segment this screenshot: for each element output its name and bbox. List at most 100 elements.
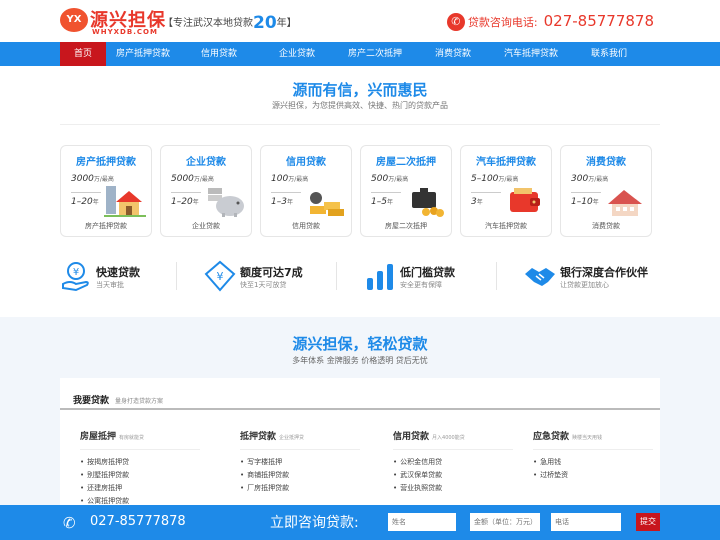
card-term: 1–20年 — [171, 197, 199, 207]
card-term-unit: 年 — [386, 199, 393, 206]
card-term: 3年 — [471, 197, 483, 207]
panel-divider — [60, 408, 660, 410]
column-header[interactable]: 房屋抵押 有房就能贷 — [80, 424, 200, 443]
product-card-car-mortgage[interactable]: 汽车抵押贷款 5–100万/最高 3年 汽车抵押贷款 — [460, 145, 552, 237]
phone-icon: ✆ — [446, 13, 465, 31]
hotline-label: 贷款咨询电话: — [467, 16, 538, 29]
piggy-bank-icon — [208, 188, 244, 217]
phone-icon: ✆ — [63, 514, 76, 532]
column-header[interactable]: 抵押贷款 企业抵押贷 — [240, 424, 360, 443]
card-divider — [171, 192, 201, 193]
loan-column-house: 房屋抵押有房就能贷 按揭房抵押贷 别墅抵押贷款 还建房抵押 公寓抵押贷款 — [80, 424, 200, 508]
logo[interactable]: YX 源兴担保 WHYXDB.COM — [60, 6, 165, 38]
column-subtitle: 赎楼当天用钱 — [572, 435, 603, 441]
phone-field[interactable] — [551, 513, 621, 531]
nav-item-credit-loan[interactable]: 信用贷款 — [180, 42, 258, 66]
hotline: ✆ 贷款咨询电话: 027-85777878 — [446, 11, 654, 31]
svg-text:¥: ¥ — [217, 270, 224, 283]
list-item[interactable]: 过桥垫资 — [533, 469, 653, 482]
amount-field[interactable] — [470, 513, 540, 531]
nav-item-contact[interactable]: 联系我们 — [570, 42, 648, 66]
footer-phone: 027-85777878 — [90, 514, 186, 529]
slogan-right: 年】 — [276, 18, 297, 29]
card-amount-value: 5–100 — [471, 174, 499, 184]
feature-divider — [176, 262, 177, 290]
card-term-value: 1–5 — [371, 197, 387, 207]
slogan: 【专注武汉本地贷款20年】 — [163, 13, 297, 33]
yen-tag-icon: ¥ — [204, 260, 236, 292]
column-list: 按揭房抵押贷 别墅抵押贷款 还建房抵押 公寓抵押贷款 — [80, 456, 200, 508]
column-subtitle: 月入4000能贷 — [432, 435, 465, 441]
card-amount-value: 5000 — [171, 174, 194, 184]
feature-subtitle: 让贷款更加放心 — [560, 281, 609, 289]
column-list: 急用钱 过桥垫资 — [533, 456, 653, 482]
feature-strip: ¥ 快速贷款 当天审批 ¥ 额度可达7成 快至1天可放贷 低门槛贷款 安全更有保… — [60, 258, 660, 294]
column-divider — [80, 449, 200, 450]
hotline-number: 027-85777878 — [543, 12, 654, 30]
card-title: 企业贷款 — [186, 157, 226, 168]
nav-item-second-mortgage[interactable]: 房产二次抵押 — [336, 42, 414, 66]
divider — [60, 124, 660, 125]
product-card-second-mortgage[interactable]: 房屋二次抵押 500万/最高 1–5年 房屋二次抵押 — [360, 145, 452, 237]
panel-title: 我要贷款 — [73, 396, 110, 406]
wallet-icon — [510, 188, 540, 212]
list-item[interactable]: 厂房抵押贷款 — [240, 482, 360, 495]
panel-header: 我要贷款 量身打造贷款方案 — [73, 388, 163, 407]
product-card-credit-loan[interactable]: 信用贷款 100万/最高 1–3年 信用贷款 — [260, 145, 352, 237]
name-field[interactable] — [388, 513, 456, 531]
card-term-value: 1–20 — [171, 197, 193, 207]
slogan-years: 20 — [253, 13, 277, 33]
column-header[interactable]: 信用贷款 月入4000能贷 — [393, 424, 513, 443]
feature-divider — [496, 262, 497, 290]
feature-subtitle: 快至1天可放贷 — [240, 281, 287, 289]
list-item[interactable]: 别墅抵押贷款 — [80, 469, 200, 482]
logo-badge-icon: YX — [60, 8, 88, 32]
card-term-unit: 年 — [92, 199, 99, 206]
column-divider — [240, 449, 360, 450]
section-title-2: 源兴担保，轻松贷款 — [292, 335, 428, 353]
gold-bars-icon — [310, 192, 344, 216]
list-item[interactable]: 武汉保单贷款 — [393, 469, 513, 482]
product-cards: 房产抵押贷款 3000万/最高 1–20年 房产抵押贷款 企业贷款 5000万/… — [60, 145, 652, 237]
nav-item-business-loan[interactable]: 企业贷款 — [258, 42, 336, 66]
column-list: 写字楼抵押 商铺抵押贷款 厂房抵押贷款 — [240, 456, 360, 495]
column-subtitle: 企业抵押贷 — [279, 435, 305, 441]
nav-item-car-mortgage[interactable]: 汽车抵押贷款 — [492, 42, 570, 66]
column-title: 抵押贷款 — [240, 432, 277, 442]
nav-item-consumer-loan[interactable]: 消费贷款 — [414, 42, 492, 66]
card-divider — [71, 192, 101, 193]
list-item[interactable]: 急用钱 — [533, 456, 653, 469]
briefcase-coins-icon — [412, 188, 444, 217]
list-item[interactable]: 写字楼抵押 — [240, 456, 360, 469]
list-item[interactable]: 商铺抵押贷款 — [240, 469, 360, 482]
card-term: 1–20年 — [71, 197, 99, 207]
card-title: 汽车抵押贷款 — [476, 157, 536, 168]
column-header[interactable]: 应急贷款 赎楼当天用钱 — [533, 424, 653, 443]
nav-item-house-mortgage[interactable]: 房产抵押贷款 — [106, 42, 180, 66]
list-item[interactable]: 还建房抵押 — [80, 482, 200, 495]
submit-button[interactable]: 提交 — [636, 513, 660, 531]
card-amount-value: 500 — [371, 174, 389, 184]
product-card-business-loan[interactable]: 企业贷款 5000万/最高 1–20年 企业贷款 — [160, 145, 252, 237]
feature-subtitle: 安全更有保障 — [400, 281, 442, 289]
column-divider — [393, 449, 513, 450]
loan-column-credit: 信用贷款月入4000能贷 公积金信用贷 武汉保单贷款 营业执照贷款 — [393, 424, 513, 495]
card-amount-value: 100 — [271, 174, 289, 184]
product-card-house-mortgage[interactable]: 房产抵押贷款 3000万/最高 1–20年 房产抵押贷款 — [60, 145, 152, 237]
card-title: 信用贷款 — [286, 157, 326, 168]
card-term-value: 1–3 — [271, 197, 287, 207]
feature-subtitle: 当天审批 — [96, 281, 124, 289]
feature-title: 低门槛贷款 — [400, 266, 455, 279]
loan-column-mortgage: 抵押贷款企业抵押贷 写字楼抵押 商铺抵押贷款 厂房抵押贷款 — [240, 424, 360, 495]
bars-icon — [367, 264, 393, 290]
product-card-consumer-loan[interactable]: 消费贷款 300万/最高 1–10年 消费贷款 — [560, 145, 652, 237]
list-item[interactable]: 按揭房抵押贷 — [80, 456, 200, 469]
card-label: 信用贷款 — [292, 222, 320, 230]
svg-text:¥: ¥ — [73, 267, 79, 278]
card-label: 消费贷款 — [592, 222, 620, 230]
column-title: 应急贷款 — [533, 432, 570, 442]
nav-item-home[interactable]: 首页 — [60, 42, 106, 66]
list-item[interactable]: 营业执照贷款 — [393, 482, 513, 495]
feature-title: 快速贷款 — [96, 266, 140, 279]
list-item[interactable]: 公积金信用贷 — [393, 456, 513, 469]
